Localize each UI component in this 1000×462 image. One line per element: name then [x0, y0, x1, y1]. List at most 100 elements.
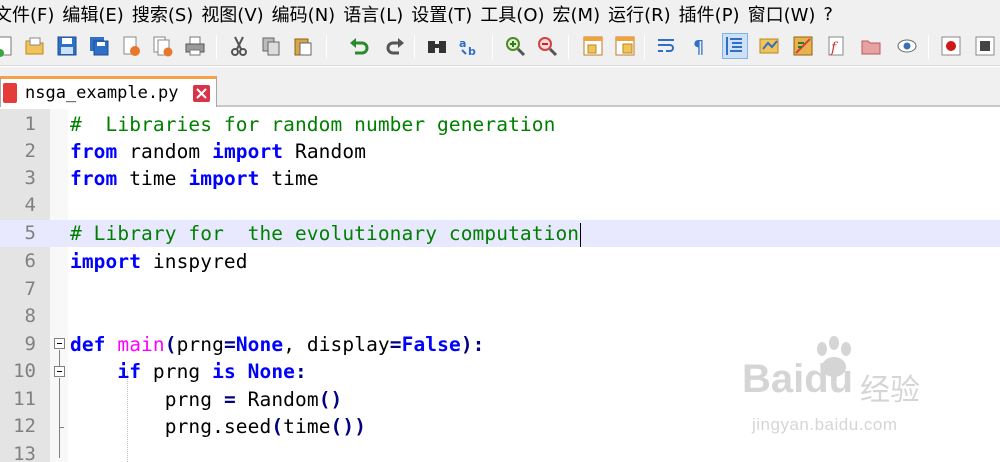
code-token: random [129, 140, 201, 163]
code-token: . [212, 415, 224, 438]
line-number: 5 [24, 222, 36, 244]
baidu-watermark: Baidu 经验 jingyan.baidu.com [742, 335, 942, 445]
word-wrap-icon[interactable] [654, 33, 680, 59]
toolbar-separator [568, 35, 569, 59]
menu-search[interactable]: 搜索(S) [132, 1, 201, 27]
toolbar-separator [216, 35, 217, 59]
indent-guide-icon[interactable] [722, 33, 748, 59]
line-number: 6 [24, 250, 36, 272]
code-token: seed [223, 415, 272, 438]
toolbar-separator [414, 35, 415, 59]
toolbar-separator [644, 35, 645, 59]
menu-plugins[interactable]: 插件(P) [679, 1, 748, 27]
stop-record-icon[interactable] [972, 33, 998, 59]
svg-text:a: a [459, 37, 466, 50]
find-icon[interactable] [424, 33, 450, 59]
save-all-icon[interactable] [86, 33, 112, 59]
replace-icon[interactable]: ab [456, 33, 482, 59]
code-text: # Library for the evolutionary computati… [70, 220, 582, 247]
doc-map-icon[interactable] [790, 33, 816, 59]
code-token: time [271, 167, 319, 190]
file-modified-icon [3, 83, 17, 103]
menu-macro[interactable]: 宏(M) [553, 1, 609, 27]
line-number: 3 [24, 167, 36, 189]
close-icon[interactable] [118, 33, 144, 59]
copy-icon[interactable] [258, 33, 284, 59]
undo-icon[interactable] [346, 33, 372, 59]
save-icon[interactable] [54, 33, 80, 59]
close-tab-icon[interactable] [193, 85, 210, 102]
code-token: prng [176, 333, 224, 356]
code-token: , [283, 333, 296, 356]
code-token: time [129, 167, 177, 190]
watermark-url: jingyan.baidu.com [752, 415, 898, 434]
menu-help[interactable]: ? [823, 4, 841, 25]
function-list-icon[interactable]: f [824, 33, 850, 59]
line-number: 8 [24, 305, 36, 327]
line-number: 9 [24, 333, 36, 355]
code-token: = [223, 388, 236, 411]
menu-file[interactable]: 文件(F) [0, 1, 62, 27]
code-token: ) [342, 415, 355, 438]
text-caret [580, 222, 582, 247]
keyword-token: import [188, 167, 260, 190]
folder-workspace-icon[interactable] [858, 33, 884, 59]
code-token: : [472, 333, 485, 356]
current-code-line: 5 # Library for the evolutionary computa… [0, 220, 1000, 247]
show-all-chars-icon[interactable]: ¶ [686, 33, 712, 59]
paste-icon[interactable] [290, 33, 316, 59]
code-token: = [389, 333, 402, 356]
code-line: 6 import inspyred [0, 248, 1000, 275]
print-icon[interactable] [182, 33, 208, 59]
code-token: prng [152, 360, 201, 383]
sync-vertical-icon[interactable] [580, 33, 606, 59]
svg-text:b: b [468, 45, 476, 57]
open-file-icon[interactable] [22, 33, 48, 59]
zoom-out-icon[interactable] [534, 33, 560, 59]
tab-bar: nsga_example.py [0, 67, 1000, 107]
menu-language[interactable]: 语言(L) [343, 1, 411, 27]
code-token: = [223, 333, 236, 356]
menu-encoding[interactable]: 编码(N) [272, 1, 344, 27]
keyword-token: None [235, 333, 284, 356]
code-token: ( [164, 333, 177, 356]
monitoring-icon[interactable] [894, 33, 920, 59]
code-token: prng [164, 388, 213, 411]
sync-horizontal-icon[interactable] [612, 33, 638, 59]
menu-run[interactable]: 运行(R) [608, 1, 679, 27]
watermark-brand-cn: 经验 [860, 374, 920, 407]
menu-view[interactable]: 视图(V) [201, 1, 271, 27]
redo-icon[interactable] [382, 33, 408, 59]
cut-icon[interactable] [226, 33, 252, 59]
toolbar-separator [928, 35, 929, 59]
menu-window[interactable]: 窗口(W) [748, 1, 824, 27]
code-token: inspyred [152, 250, 248, 273]
udl-icon[interactable] [756, 33, 782, 59]
close-all-icon[interactable] [150, 33, 176, 59]
menu-settings[interactable]: 设置(T) [411, 1, 480, 27]
keyword-token: import [212, 140, 284, 163]
tab-nsga-example[interactable]: nsga_example.py [0, 76, 217, 107]
code-token: ) [330, 388, 343, 411]
menu-edit[interactable]: 编辑(E) [62, 1, 131, 27]
menu-tools[interactable]: 工具(O) [480, 1, 552, 27]
code-text: # Libraries for random number generation [70, 111, 555, 138]
record-macro-icon[interactable] [938, 33, 964, 59]
line-number: 11 [13, 388, 36, 410]
code-token: Random [295, 140, 367, 163]
new-file-icon[interactable] [0, 33, 18, 59]
line-number: 12 [13, 415, 36, 437]
keyword-token: None [247, 360, 296, 383]
zoom-in-icon[interactable] [502, 33, 528, 59]
